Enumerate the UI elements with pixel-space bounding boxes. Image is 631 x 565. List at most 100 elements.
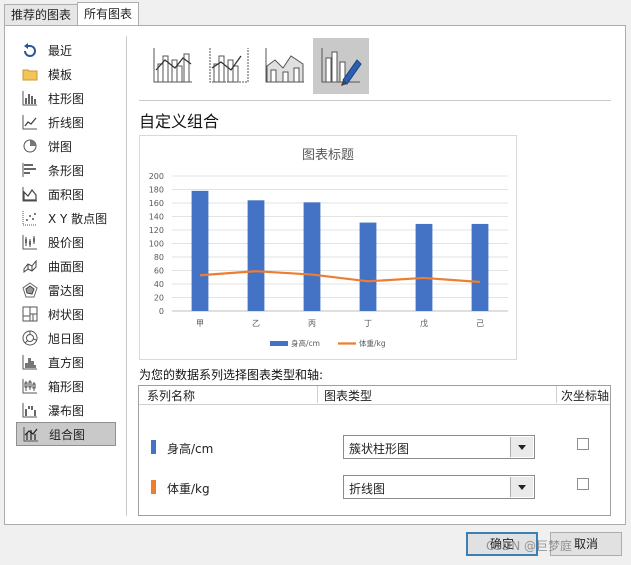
sidebar-item-label: 直方图 bbox=[48, 355, 85, 370]
area-chart-icon bbox=[22, 187, 37, 202]
pie-chart-icon bbox=[23, 139, 37, 153]
chevron-down-icon bbox=[518, 484, 526, 490]
sidebar-item-histogram[interactable]: 直方图 bbox=[16, 350, 116, 374]
sidebar-item-label: 瀑布图 bbox=[48, 403, 85, 418]
y-tick-label: 100 bbox=[149, 240, 164, 249]
sidebar-item-pie[interactable]: 饼图 bbox=[16, 134, 116, 158]
header-chart-type: 图表类型 bbox=[324, 389, 373, 403]
secondary-axis-checkbox[interactable] bbox=[577, 478, 589, 490]
subtype-clustered-column-line[interactable] bbox=[145, 38, 201, 94]
sidebar-item-label: 曲面图 bbox=[48, 259, 85, 274]
sidebar-item-label: 树状图 bbox=[48, 307, 85, 322]
subtype-custom-combination[interactable] bbox=[313, 38, 369, 94]
dialog-panel: 最近 模板 柱形图 折线图 饼图 条形图 面积图 X Y 散点图 股价图 曲面图… bbox=[4, 25, 626, 525]
section-title: 自定义组合 bbox=[139, 112, 220, 131]
secondary-axis-checkbox[interactable] bbox=[577, 438, 589, 450]
sidebar-item-sunburst[interactable]: 旭日图 bbox=[16, 326, 116, 350]
tab-all-charts[interactable]: 所有图表 bbox=[77, 2, 140, 25]
combo-subtype-gallery bbox=[145, 38, 369, 94]
bar bbox=[191, 190, 209, 311]
sidebar-item-column[interactable]: 柱形图 bbox=[16, 86, 116, 110]
sidebar-item-combo[interactable]: 组合图 bbox=[16, 422, 116, 446]
series-color-swatch bbox=[151, 440, 156, 454]
y-tick-label: 0 bbox=[159, 307, 164, 316]
y-tick-label: 140 bbox=[149, 213, 164, 222]
chart-type-select[interactable]: 折线图 bbox=[343, 475, 535, 499]
y-tick-label: 200 bbox=[149, 172, 164, 181]
radar-chart-icon bbox=[22, 282, 38, 298]
sidebar-item-scatter[interactable]: X Y 散点图 bbox=[16, 206, 116, 230]
x-tick-label: 甲 bbox=[196, 319, 204, 328]
header-divider[interactable] bbox=[317, 386, 318, 403]
sidebar-item-radar[interactable]: 雷达图 bbox=[16, 278, 116, 302]
waterfall-chart-icon bbox=[22, 403, 37, 418]
sidebar-item-label: 箱形图 bbox=[48, 379, 85, 394]
sidebar-item-surface[interactable]: 曲面图 bbox=[16, 254, 116, 278]
sidebar-item-line[interactable]: 折线图 bbox=[16, 110, 116, 134]
x-tick-label: 丁 bbox=[364, 319, 372, 328]
dropdown-button[interactable] bbox=[510, 437, 533, 457]
y-tick-label: 60 bbox=[154, 267, 164, 276]
x-tick-label: 丙 bbox=[308, 319, 316, 328]
header-divider[interactable] bbox=[556, 386, 557, 403]
sidebar-item-label: X Y 散点图 bbox=[48, 211, 108, 226]
sidebar-item-waterfall[interactable]: 瀑布图 bbox=[16, 398, 116, 422]
header-series-name: 系列名称 bbox=[147, 389, 196, 403]
surface-chart-icon bbox=[23, 259, 37, 273]
chart-type-select[interactable]: 簇状柱形图 bbox=[343, 435, 535, 459]
series-row: 身高/cm 簇状柱形图 bbox=[139, 434, 610, 462]
dropdown-button[interactable] bbox=[510, 477, 533, 497]
sidebar-item-label: 股价图 bbox=[48, 235, 85, 250]
custom-combination-icon bbox=[321, 48, 362, 86]
header-secondary-axis: 次坐标轴 bbox=[561, 389, 610, 403]
sidebar-item-label: 组合图 bbox=[49, 427, 86, 442]
subtype-clustered-column-line-secondary-axis[interactable] bbox=[201, 38, 257, 94]
sidebar-item-label: 最近 bbox=[48, 43, 73, 58]
clustered-column-line-icon bbox=[153, 48, 192, 83]
sidebar-item-label: 模板 bbox=[48, 67, 73, 82]
chevron-down-icon bbox=[518, 444, 526, 450]
bar bbox=[359, 222, 377, 311]
series-color-swatch bbox=[151, 480, 156, 494]
subtype-stacked-area-clustered-column[interactable] bbox=[257, 38, 313, 94]
y-tick-label: 160 bbox=[149, 199, 164, 208]
sidebar-item-treemap[interactable]: 树状图 bbox=[16, 302, 116, 326]
recent-icon bbox=[24, 43, 36, 57]
sidebar-item-stock[interactable]: 股价图 bbox=[16, 230, 116, 254]
stock-chart-icon bbox=[22, 235, 37, 250]
series-table: 系列名称 图表类型 次坐标轴 身高/cm 簇状柱形图 体重/kg 折线图 bbox=[138, 385, 611, 516]
sidebar-item-box-whisker[interactable]: 箱形图 bbox=[16, 374, 116, 398]
series-line bbox=[199, 270, 481, 284]
sidebar-item-bar[interactable]: 条形图 bbox=[16, 158, 116, 182]
legend-label: 身高/cm bbox=[291, 338, 320, 348]
tab-recommended-charts[interactable]: 推荐的图表 bbox=[4, 4, 79, 25]
legend-swatch bbox=[270, 341, 288, 346]
bar bbox=[471, 223, 489, 311]
series-row: 体重/kg 折线图 bbox=[139, 474, 610, 502]
box-whisker-chart-icon bbox=[22, 379, 37, 394]
y-tick-label: 80 bbox=[154, 253, 164, 262]
sidebar-item-templates[interactable]: 模板 bbox=[16, 62, 116, 86]
series-name: 体重/kg bbox=[167, 482, 210, 496]
sidebar-divider bbox=[126, 36, 127, 516]
gallery-divider bbox=[139, 100, 611, 101]
histogram-chart-icon bbox=[22, 355, 37, 370]
line-chart-icon bbox=[22, 115, 37, 130]
scatter-chart-icon bbox=[22, 211, 37, 226]
x-tick-label: 戊 bbox=[420, 318, 428, 328]
bar bbox=[303, 202, 321, 311]
combo-chart-icon bbox=[23, 427, 38, 442]
bar bbox=[415, 223, 433, 311]
legend-label: 体重/kg bbox=[359, 338, 386, 348]
y-tick-label: 120 bbox=[149, 226, 164, 235]
sidebar-item-label: 旭日图 bbox=[48, 331, 85, 346]
bar bbox=[247, 200, 265, 311]
sidebar-item-area[interactable]: 面积图 bbox=[16, 182, 116, 206]
x-tick-label: 己 bbox=[476, 319, 484, 328]
clustered-column-line-secondary-axis-icon bbox=[209, 48, 249, 83]
sidebar-item-recent[interactable]: 最近 bbox=[16, 38, 116, 62]
sidebar-item-label: 柱形图 bbox=[48, 91, 85, 106]
y-tick-label: 40 bbox=[154, 280, 164, 289]
series-table-header: 系列名称 图表类型 次坐标轴 bbox=[139, 386, 610, 405]
chart-type-sidebar: 最近 模板 柱形图 折线图 饼图 条形图 面积图 X Y 散点图 股价图 曲面图… bbox=[16, 38, 116, 446]
